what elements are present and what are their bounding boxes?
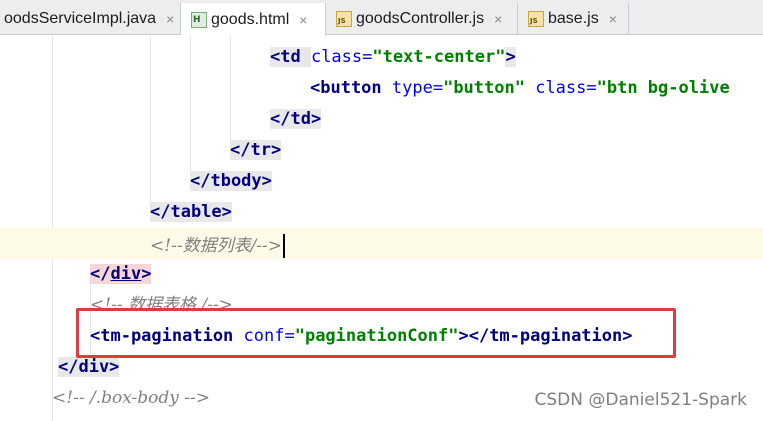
attribute-token: class= [524,78,597,98]
tag-token: </div> [58,357,120,377]
code-editor[interactable]: <td class="text-center"> <button type="b… [0,36,763,421]
tab-label: oodsServiceImpl.java [4,10,157,27]
watermark: CSDN @Daniel521-Spark [534,390,747,410]
comment-token: <!-- /.box-body --> [52,388,210,408]
tag-name-token: div [110,264,142,284]
highlight-box [76,308,676,358]
attribute-token: type= [391,78,444,98]
attribute-token: class= [310,47,373,67]
tag-token: </table> [150,202,232,222]
comment-token: <!--数据列表/--> [150,236,283,256]
text-cursor [283,234,286,258]
close-icon[interactable]: × [494,11,502,27]
tab-goods-service-impl[interactable]: oodsServiceImpl.java × [0,3,181,35]
tag-token: </td> [270,109,322,129]
tag-token: </ [90,264,111,284]
tag-token: <button [310,78,392,98]
code-line: <td class="text-center"> [0,42,763,73]
code-line: <button type="button" class="btn bg-oliv… [0,73,763,104]
close-icon[interactable]: × [299,12,307,28]
code-line: </div> [0,259,763,290]
editor-tab-bar: oodsServiceImpl.java × H goods.html × JS… [0,0,763,36]
html-file-icon: H [191,11,207,28]
close-icon[interactable]: × [166,11,174,27]
tab-goods-html[interactable]: H goods.html × [181,3,326,36]
code-line: </tr> [0,135,763,166]
tag-token: </tbody> [190,171,272,191]
code-line-current: <!--数据列表/--> [0,228,763,259]
close-icon[interactable]: × [609,11,617,27]
code-line: </table> [0,197,763,228]
tab-goods-controller-js[interactable]: JS goodsController.js × [326,3,518,35]
tab-label: base.js [548,10,599,27]
tag-token: > [505,47,516,67]
code-line: </td> [0,104,763,135]
js-file-icon: JS [336,11,352,27]
tab-label: goodsController.js [356,10,485,27]
code-line: </tbody> [0,166,763,197]
string-token: "button" [443,78,525,98]
js-file-icon: JS [528,11,544,27]
tag-token: </tr> [230,140,282,160]
tag-token: <td [270,47,311,67]
string-token: "btn bg-olive [596,78,730,98]
tag-token: > [141,264,152,284]
tab-base-js[interactable]: JS base.js × [518,3,629,35]
string-token: "text-center" [372,47,506,67]
tab-label: goods.html [211,10,290,28]
